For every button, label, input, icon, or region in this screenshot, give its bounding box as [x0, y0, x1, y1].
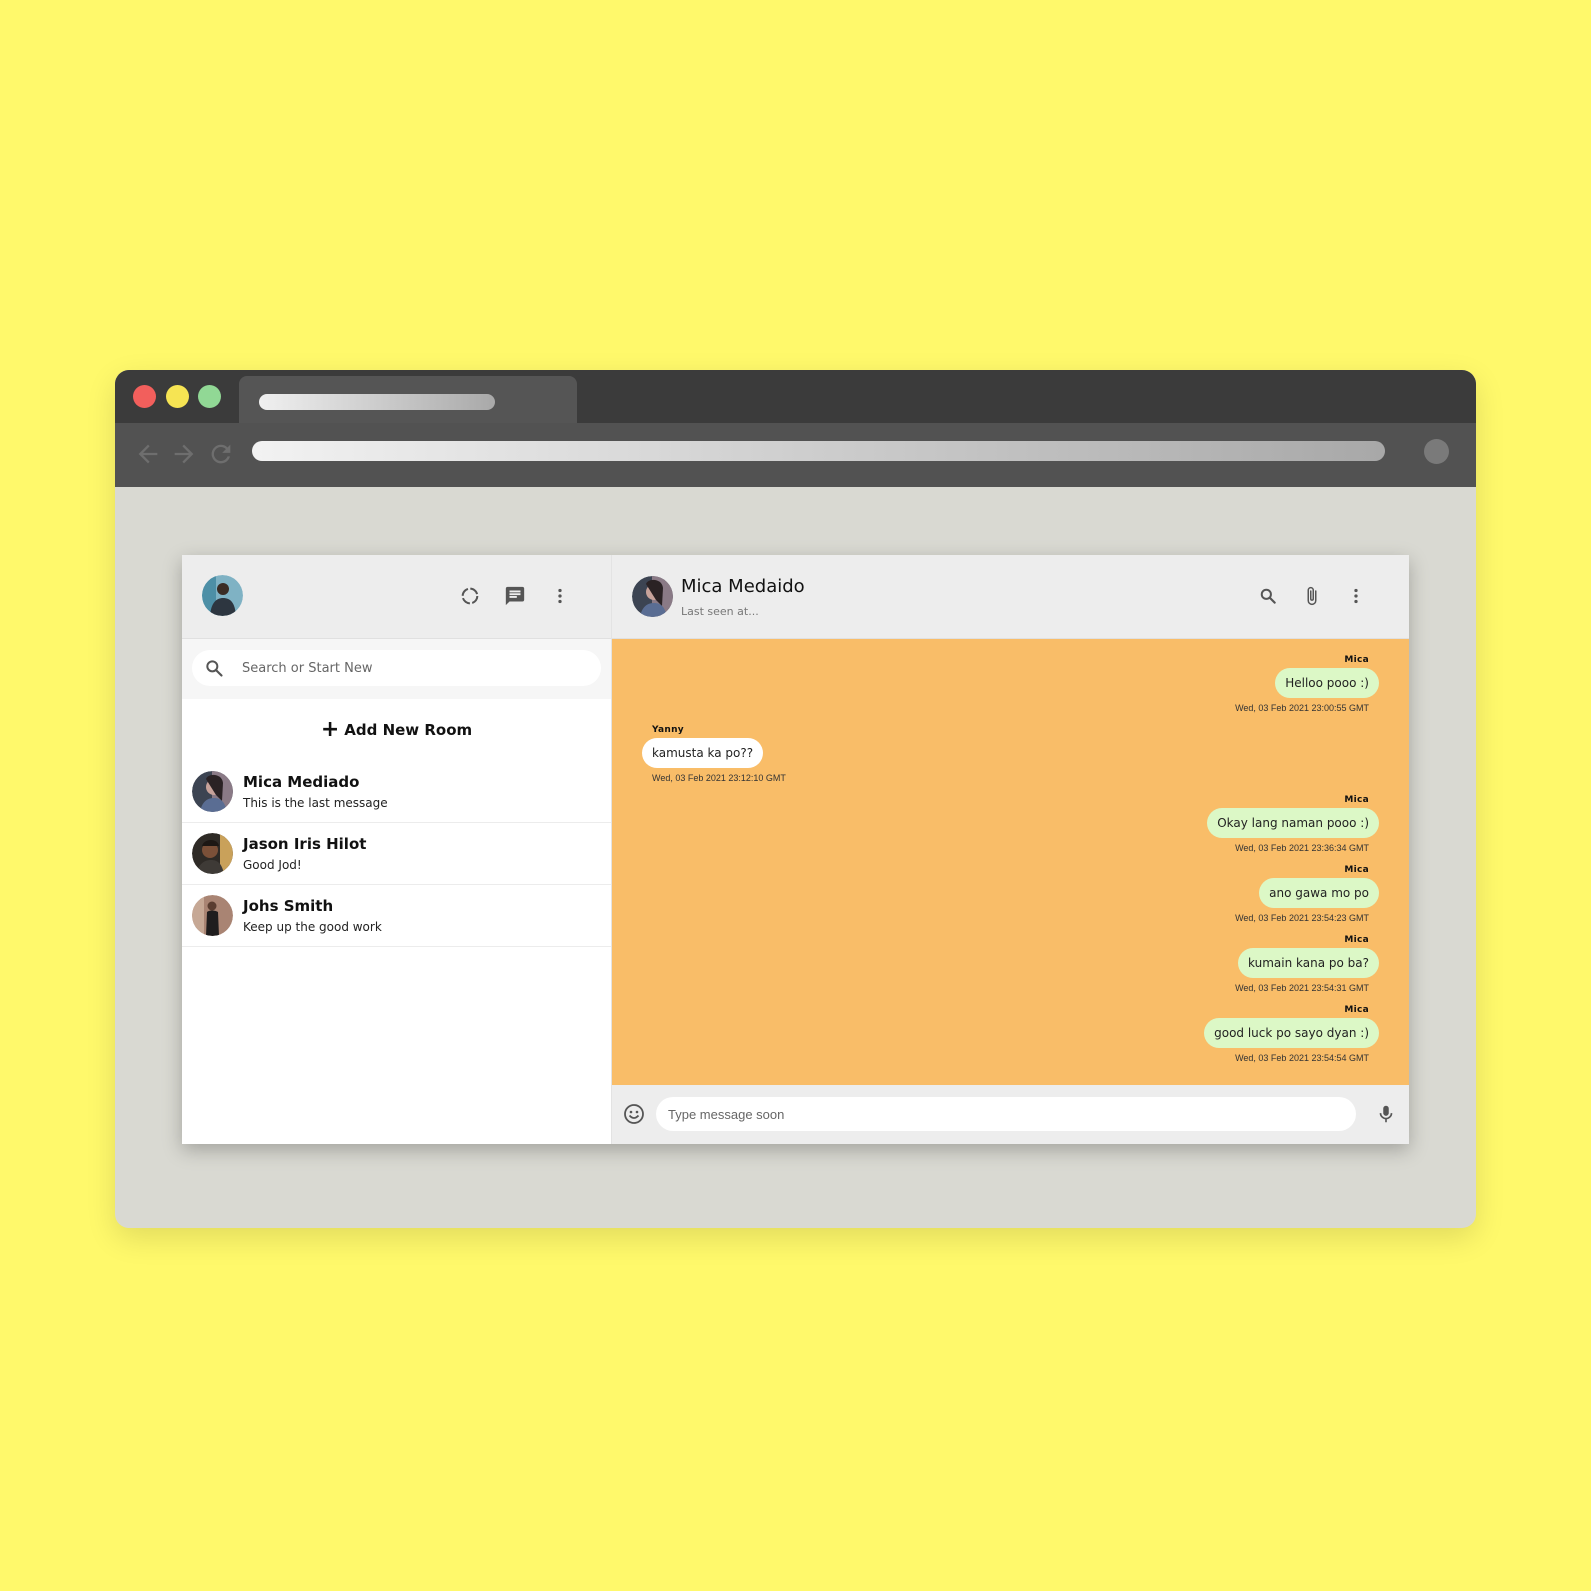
sidebar-header	[182, 555, 611, 639]
search-icon	[206, 660, 223, 677]
message-bubble: Helloo pooo :)	[1275, 668, 1379, 698]
contact-avatar	[192, 833, 233, 874]
chat-list-item[interactable]: Mica Mediado This is the last message	[182, 761, 611, 823]
add-new-room-button[interactable]: + Add New Room	[182, 699, 611, 761]
search-container	[182, 639, 611, 699]
contact-avatar	[192, 771, 233, 812]
contact-avatar[interactable]	[632, 576, 673, 617]
message-timestamp: Wed, 03 Feb 2021 23:54:23 GMT	[1235, 913, 1369, 923]
chat-header: Mica Medaido Last seen at...	[612, 555, 1409, 639]
add-room-label: Add New Room	[344, 721, 473, 739]
message-bubble: ano gawa mo po	[1259, 878, 1379, 908]
message: Mica kumain kana po ba? Wed, 03 Feb 2021…	[642, 935, 1379, 993]
message: Mica ano gawa mo po Wed, 03 Feb 2021 23:…	[642, 865, 1379, 923]
chat-menu-button[interactable]	[1343, 583, 1369, 609]
contact-name: Mica Medaido	[681, 576, 805, 597]
chat-list-item[interactable]: Jason Iris Hilot Good Jod!	[182, 823, 611, 885]
message-timestamp: Wed, 03 Feb 2021 23:12:10 GMT	[652, 773, 786, 783]
message-timestamp: Wed, 03 Feb 2021 23:00:55 GMT	[1235, 703, 1369, 713]
message-sender: Mica	[1344, 655, 1369, 665]
user-avatar[interactable]	[202, 575, 243, 616]
search-input[interactable]	[242, 660, 572, 676]
chat-name: Johs Smith	[243, 897, 334, 915]
browser-titlebar	[115, 370, 1476, 423]
message-sender: Mica	[1344, 865, 1369, 875]
attach-icon	[1307, 586, 1317, 606]
plus-icon: +	[320, 717, 340, 742]
message-bubble: Okay lang naman pooo :)	[1207, 808, 1379, 838]
chat-panel: Mica Medaido Last seen at... Mica Helloo…	[612, 555, 1409, 1144]
message-timestamp: Wed, 03 Feb 2021 23:54:31 GMT	[1235, 983, 1369, 993]
chat-list-item[interactable]: Johs Smith Keep up the good work	[182, 885, 611, 947]
sidebar-menu-button[interactable]	[547, 583, 573, 609]
chat-name: Mica Mediado	[243, 773, 360, 791]
more-vert-icon	[558, 588, 562, 604]
chat-last-message: This is the last message	[243, 796, 388, 810]
message: Yanny kamusta ka po?? Wed, 03 Feb 2021 2…	[642, 725, 1379, 783]
mic-icon[interactable]	[1375, 1102, 1397, 1126]
chat-last-message: Keep up the good work	[243, 920, 382, 934]
more-vert-icon	[1354, 588, 1358, 604]
sidebar: + Add New Room Mica Mediado This is the …	[182, 555, 612, 1144]
message-sender: Mica	[1344, 1005, 1369, 1015]
new-chat-icon	[505, 586, 525, 606]
message: Mica Okay lang naman pooo :) Wed, 03 Feb…	[642, 795, 1379, 853]
chat-name: Jason Iris Hilot	[243, 835, 367, 853]
message-timestamp: Wed, 03 Feb 2021 23:54:54 GMT	[1235, 1053, 1369, 1063]
chat-search-button[interactable]	[1255, 583, 1281, 609]
back-arrow-icon[interactable]	[134, 440, 162, 468]
message-sender: Mica	[1344, 795, 1369, 805]
message: Mica good luck po sayo dyan :) Wed, 03 F…	[642, 1005, 1379, 1063]
message-sender: Mica	[1344, 935, 1369, 945]
message-bubble: kamusta ka po??	[642, 738, 764, 768]
forward-arrow-icon[interactable]	[170, 440, 198, 468]
message-sender: Yanny	[652, 725, 684, 735]
message-timestamp: Wed, 03 Feb 2021 23:36:34 GMT	[1235, 843, 1369, 853]
message: Mica Helloo pooo :) Wed, 03 Feb 2021 23:…	[642, 655, 1379, 713]
status-icon	[461, 587, 479, 605]
minimize-window-button[interactable]	[166, 385, 189, 408]
contact-avatar	[192, 895, 233, 936]
tab-title-placeholder	[259, 394, 495, 410]
attach-button[interactable]	[1299, 583, 1325, 609]
address-bar[interactable]	[252, 441, 1385, 461]
message-bubble: kumain kana po ba?	[1238, 948, 1379, 978]
status-button[interactable]	[457, 583, 483, 609]
reload-icon[interactable]	[207, 440, 235, 468]
close-window-button[interactable]	[133, 385, 156, 408]
message-composer	[612, 1085, 1409, 1144]
maximize-window-button[interactable]	[198, 385, 221, 408]
message-input[interactable]	[656, 1097, 1356, 1131]
emoji-icon[interactable]	[622, 1102, 646, 1126]
chat-app: + Add New Room Mica Mediado This is the …	[182, 555, 1409, 1144]
messages-area[interactable]: Mica Helloo pooo :) Wed, 03 Feb 2021 23:…	[612, 639, 1409, 1085]
browser-toolbar	[115, 423, 1476, 487]
new-chat-button[interactable]	[502, 583, 528, 609]
chat-last-message: Good Jod!	[243, 858, 302, 872]
profile-icon[interactable]	[1424, 439, 1449, 464]
search-box	[192, 650, 601, 686]
last-seen-status: Last seen at...	[681, 605, 759, 618]
search-icon	[1260, 588, 1276, 604]
browser-tab[interactable]	[239, 376, 577, 423]
message-bubble: good luck po sayo dyan :)	[1204, 1018, 1379, 1048]
